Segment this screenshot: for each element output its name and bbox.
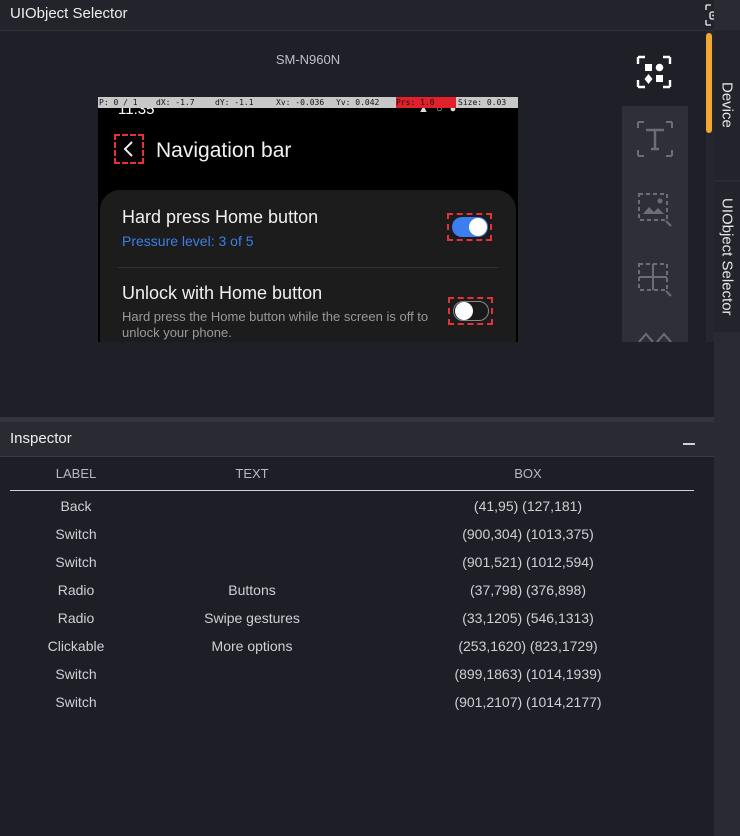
- column-header-text[interactable]: TEXT: [172, 466, 332, 481]
- device-name: SM-N960N: [275, 52, 341, 67]
- tool-palette: [622, 106, 688, 342]
- cell-label: Switch: [55, 666, 97, 682]
- tab-uiobject-selector-label: UIObject Selector: [718, 198, 736, 316]
- column-header-box[interactable]: BOX: [390, 466, 666, 481]
- cell-box: (899,1863) (1014,1939): [454, 666, 602, 682]
- cell-label: Clickable: [47, 638, 105, 654]
- back-button[interactable]: [114, 134, 144, 164]
- header-divider: [10, 490, 694, 491]
- debug-xv: Xv: -0.036: [276, 98, 325, 107]
- image-tool-icon[interactable]: [636, 190, 674, 228]
- tab-uiobject-selector[interactable]: UIObject Selector: [714, 182, 740, 332]
- inspector-table: LABEL TEXT BOX Back (41,95) (127,181) Sw…: [0, 457, 714, 836]
- inspector-header: Inspector: [0, 422, 714, 457]
- setting-title-hard-press[interactable]: Hard press Home button: [122, 207, 318, 228]
- debug-p: P: 0 / 1: [99, 98, 138, 107]
- grid-tool-icon[interactable]: [636, 260, 674, 298]
- cell-label: Back: [60, 498, 92, 514]
- setting-subtitle-pressure: Pressure level: 3 of 5: [122, 233, 254, 249]
- title-bar: UIObject Selector: [0, 0, 714, 31]
- table-row[interactable]: Switch (900,304) (1013,375): [0, 525, 714, 553]
- table-row[interactable]: Radio Buttons (37,798) (376,898): [0, 581, 714, 609]
- select-objects-icon[interactable]: [633, 52, 675, 92]
- table-row[interactable]: Switch (901,2107) (1014,2177): [0, 693, 714, 721]
- debug-dx: dX: -1.7: [156, 98, 195, 107]
- cell-box: (37,798) (376,898): [470, 582, 586, 598]
- cell-label: Radio: [57, 610, 95, 626]
- cell-box: (901,2107) (1014,2177): [454, 694, 602, 710]
- table-row[interactable]: Switch (901,521) (1012,594): [0, 553, 714, 581]
- setting-title-unlock[interactable]: Unlock with Home button: [122, 283, 322, 304]
- column-header-label[interactable]: LABEL: [10, 466, 142, 481]
- device-scrollbar-thumb[interactable]: [706, 33, 712, 133]
- tab-device[interactable]: Device: [714, 30, 740, 180]
- text-tool-icon[interactable]: [636, 120, 674, 158]
- cell-text: More options: [211, 638, 293, 654]
- cell-box: (253,1620) (823,1729): [458, 638, 598, 654]
- cell-text: Buttons: [228, 582, 276, 598]
- tab-device-label: Device: [718, 82, 736, 128]
- cell-box: (900,304) (1013,375): [462, 526, 594, 542]
- cell-box: (901,521) (1012,594): [462, 554, 594, 570]
- cell-text: Swipe gestures: [204, 610, 300, 626]
- cell-label: Switch: [55, 554, 97, 570]
- switch-off: [452, 301, 489, 321]
- minimize-button[interactable]: [683, 430, 697, 448]
- device-screen[interactable]: 11:35 ▲ ○ ● P: 0 / 1 dX: -1.7 dY: -1.1 X…: [98, 97, 518, 342]
- pointer-debug-overlay: P: 0 / 1 dX: -1.7 dY: -1.1 Xv: -0.036 Yv…: [98, 97, 518, 108]
- settings-card: Hard press Home button Pressure level: 3…: [100, 190, 516, 342]
- cell-box: (33,1205) (546,1313): [462, 610, 594, 626]
- cell-label: Switch: [55, 694, 97, 710]
- debug-prs: Prs: 1.0: [396, 97, 456, 108]
- table-row[interactable]: Switch (899,1863) (1014,1939): [0, 665, 714, 693]
- chevron-left-icon: [123, 141, 133, 157]
- divider: [118, 267, 498, 268]
- inspector-title: Inspector: [10, 430, 72, 447]
- table-row[interactable]: Radio Swipe gestures (33,1205) (546,1313…: [0, 609, 714, 637]
- table-row[interactable]: Clickable More options (253,1620) (823,1…: [0, 637, 714, 665]
- debug-size: Size: 0.03: [458, 98, 507, 107]
- expand-tool-icon[interactable]: [636, 328, 674, 342]
- table-row[interactable]: Back (41,95) (127,181): [0, 497, 714, 525]
- setting-description-unlock: Hard press the Home button while the scr…: [122, 309, 429, 340]
- cell-label: Radio: [57, 582, 95, 598]
- switch-on: [451, 217, 488, 237]
- unlock-switch[interactable]: [448, 297, 493, 325]
- hard-press-switch[interactable]: [447, 213, 492, 241]
- debug-yv: Yv: 0.042: [336, 98, 380, 107]
- debug-dy: dY: -1.1: [215, 98, 254, 107]
- cell-label: Switch: [55, 526, 97, 542]
- cell-box: (41,95) (127,181): [473, 498, 583, 514]
- window-title: UIObject Selector: [10, 5, 128, 22]
- screen-title: Navigation bar: [156, 139, 292, 162]
